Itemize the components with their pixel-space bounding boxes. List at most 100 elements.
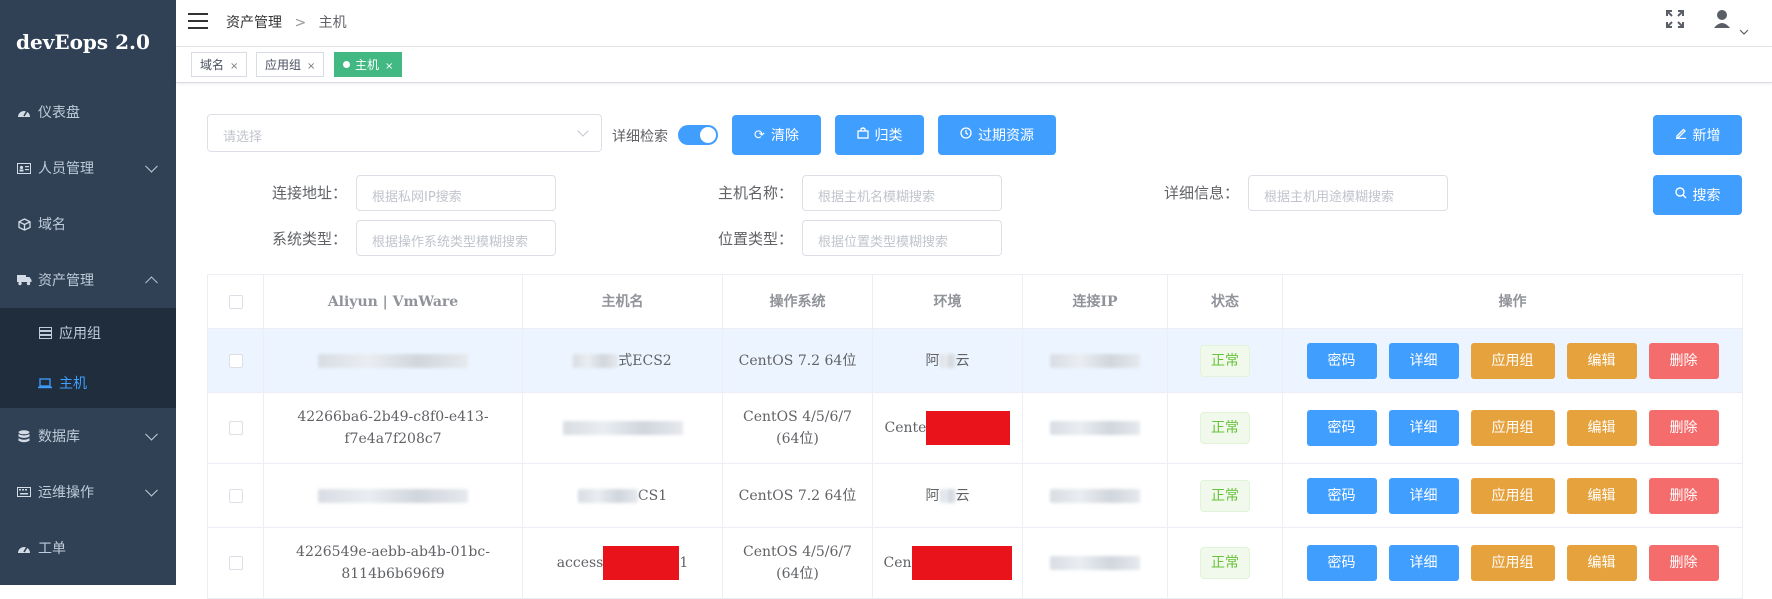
edit-button[interactable]: 编辑 [1566,477,1637,514]
close-icon[interactable]: × [307,61,315,72]
column-header[interactable]: 操作系统 [723,275,873,328]
sidebar-item-people[interactable]: 人员管理 [0,140,176,196]
hamburger-icon[interactable] [188,13,208,29]
clock-icon [960,127,972,143]
table-row[interactable]: CS1 CentOS 7.2 64位 阿云 正常 密码 详细 应用组 编辑 删除 [208,464,1743,528]
column-header[interactable]: Aliyun | VmWare [264,275,523,328]
redacted-block [926,411,1011,445]
location-input[interactable]: 根据位置类型模糊搜索 [802,220,1002,256]
env-prefix: Cen [883,555,912,571]
hostname-input[interactable]: 根据主机名模糊搜索 [802,175,1002,211]
hostname-cell: CS1 [523,464,723,527]
sidebar-item-database[interactable]: 数据库 [0,408,176,464]
breadcrumb: 资产管理 > 主机 [226,12,347,32]
table-row[interactable]: 4226549e-aebb-ab4b-01bc-8114b6b696f9 acc… [208,528,1743,599]
search-button[interactable]: 搜索 [1653,175,1742,215]
sidebar-subitem-appgroup[interactable]: 应用组 [0,308,176,358]
appgroup-button[interactable]: 应用组 [1470,477,1555,514]
chevron-up-icon [145,276,158,290]
delete-button[interactable]: 删除 [1648,342,1719,379]
hostname-cell: 式ECS2 [523,329,723,392]
breadcrumb-item[interactable]: 资产管理 [226,15,282,31]
os-type-input[interactable]: 根据操作系统类型模糊搜索 [356,220,556,256]
redacted-block [562,421,683,435]
appgroup-button[interactable]: 应用组 [1470,410,1555,446]
row-checkbox-cell [208,464,264,527]
edit-icon [1675,127,1687,143]
close-icon[interactable]: × [385,61,393,72]
detail-input[interactable]: 根据主机用途模糊搜索 [1248,175,1448,211]
sidebar-item-label: 主机 [59,376,87,392]
address-input[interactable]: 根据私网IP搜索 [356,175,556,211]
detail-search-switch[interactable] [678,125,718,145]
hostname-prefix: access [556,555,604,571]
sidebar-item-tickets[interactable]: 工单 [0,520,176,576]
redacted-block [939,353,956,368]
ip-cell [1023,528,1168,598]
tag-appgroup[interactable]: 应用组 × [256,52,325,77]
hostname-placeholder: 根据主机名模糊搜索 [818,190,936,205]
clear-button[interactable]: ⟳ 清除 [732,115,821,155]
sidebar-item-dashboard[interactable]: 仪表盘 [0,84,176,140]
row-checkbox[interactable] [228,556,243,570]
detail-button[interactable]: 详细 [1388,477,1459,514]
status-badge: 正常 [1200,479,1250,512]
category-select[interactable]: 请选择 [207,114,602,152]
delete-button[interactable]: 删除 [1648,477,1719,514]
select-all-checkbox[interactable] [228,294,243,309]
id-cell: 42266ba6-2b49-c8f0-e413-f7e4a7f208c7 [264,393,523,463]
table-row[interactable]: 式ECS2 CentOS 7.2 64位 阿云 正常 密码 详细 应用组 编辑 … [208,329,1743,393]
row-checkbox[interactable] [228,421,243,435]
user-avatar[interactable] [1714,8,1754,38]
sidebar-item-label: 域名 [38,217,66,233]
delete-button[interactable]: 删除 [1648,545,1719,581]
column-header[interactable]: 连接IP [1023,275,1168,328]
search-button-label: 搜索 [1692,188,1721,204]
dashboard-icon [16,106,32,118]
sidebar-item-ops[interactable]: 运维操作 [0,464,176,520]
table-row[interactable]: 42266ba6-2b49-c8f0-e413-f7e4a7f208c7 Cen… [208,393,1743,464]
edit-button[interactable]: 编辑 [1566,342,1637,379]
password-button[interactable]: 密码 [1306,545,1377,581]
column-header[interactable]: 主机名 [523,275,723,328]
detail-button[interactable]: 详细 [1388,545,1459,581]
password-button[interactable]: 密码 [1306,410,1377,446]
hostname-value: 式ECS2 [618,352,672,369]
env-suffix: 云 [955,352,970,369]
os-cell: CentOS 7.2 64位 [723,464,873,527]
tag-host[interactable]: 主机 × [334,52,403,77]
edit-button[interactable]: 编辑 [1566,545,1637,581]
classify-button[interactable]: 归类 [835,115,924,155]
redacted-block [318,488,468,503]
delete-button[interactable]: 删除 [1648,410,1719,446]
detail-button[interactable]: 详细 [1388,342,1459,379]
sidebar-item-assets[interactable]: 资产管理 [0,252,176,308]
chevron-down-icon [145,483,158,497]
location-label: 位置类型： [718,230,794,248]
detail-placeholder: 根据主机用途模糊搜索 [1264,190,1395,205]
tag-label: 域名 [200,58,225,72]
sidebar-subitem-host[interactable]: 主机 [0,358,176,408]
password-button[interactable]: 密码 [1306,477,1377,514]
chevron-down-icon [145,427,158,441]
truck-icon [16,274,32,286]
fullscreen-icon[interactable] [1666,10,1684,28]
close-icon[interactable]: × [230,61,238,72]
edit-button[interactable]: 编辑 [1566,410,1637,446]
password-button[interactable]: 密码 [1306,342,1377,379]
expired-resources-button[interactable]: 过期资源 [938,115,1056,155]
column-header[interactable]: 环境 [873,275,1023,328]
column-header[interactable]: 状态 [1168,275,1283,328]
sidebar-item-label: 人员管理 [38,161,94,177]
env-cell: Cente [873,393,1023,463]
tag-domain[interactable]: 域名 × [191,52,248,77]
appgroup-button[interactable]: 应用组 [1470,545,1555,581]
status-badge: 正常 [1200,412,1250,444]
detail-button[interactable]: 详细 [1388,410,1459,446]
row-checkbox[interactable] [228,353,243,368]
appgroup-button[interactable]: 应用组 [1470,342,1555,379]
add-button[interactable]: 新增 [1653,115,1742,155]
status-badge: 正常 [1200,344,1250,377]
row-checkbox[interactable] [228,488,243,503]
sidebar-item-domain[interactable]: 域名 [0,196,176,252]
